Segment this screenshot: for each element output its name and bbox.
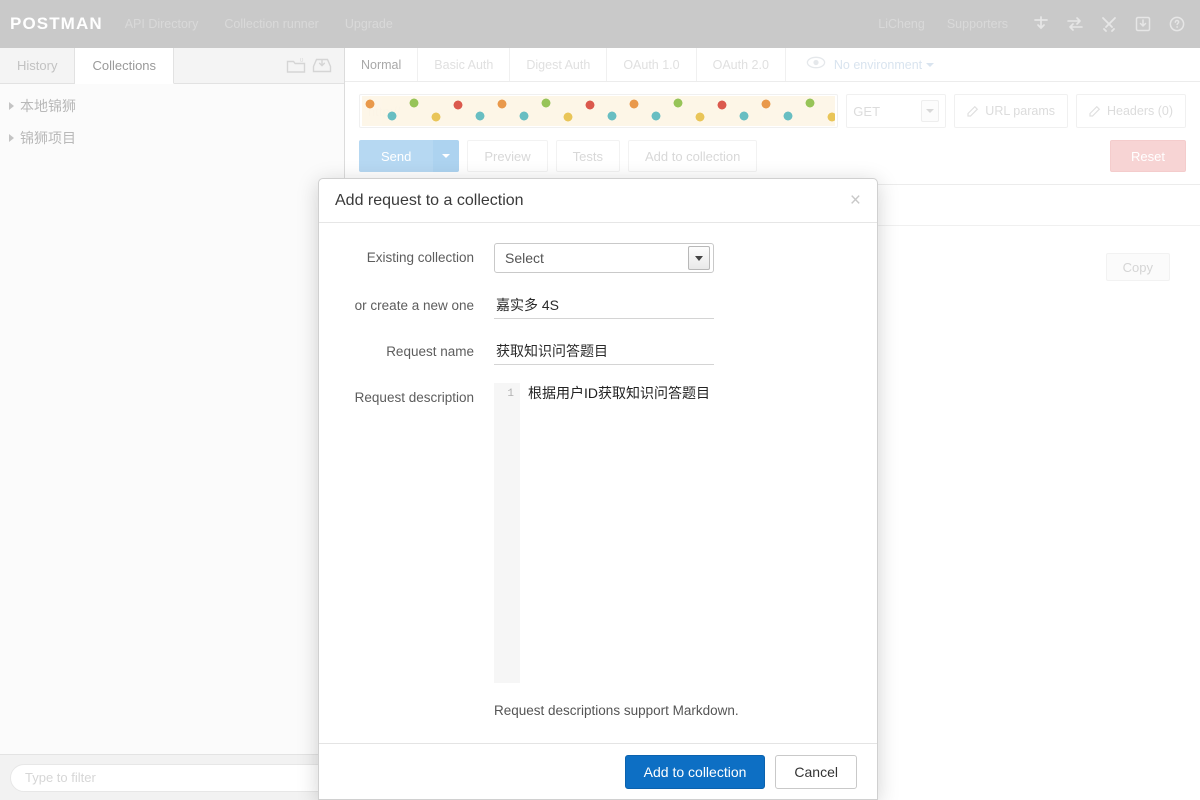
sidebar-tabs: History Collections 0: [0, 48, 344, 84]
postman-app-window: POSTMAN API Directory Collection runner …: [0, 0, 1200, 800]
filter-input[interactable]: [10, 763, 334, 792]
request-description-editor[interactable]: 1 根据用户ID获取知识问答题目: [494, 383, 855, 683]
field-request-description: Request description 1 根据用户ID获取知识问答题目: [319, 383, 877, 683]
tab-oauth-1[interactable]: OAuth 1.0: [607, 48, 697, 81]
environment-label[interactable]: No environment: [833, 57, 935, 72]
postman-logo: POSTMAN: [10, 14, 103, 33]
modal-header: Add request to a collection ×: [319, 179, 877, 223]
request-name-input[interactable]: [494, 337, 714, 365]
markdown-note: Request descriptions support Markdown.: [494, 703, 739, 718]
send-button[interactable]: Send: [359, 140, 434, 172]
preview-button[interactable]: Preview: [467, 140, 548, 172]
new-collection-input[interactable]: [494, 291, 714, 319]
sync-icon[interactable]: [1030, 13, 1052, 35]
reset-button[interactable]: Reset: [1110, 140, 1186, 172]
url-input-field[interactable]: http://: [359, 94, 839, 128]
url-params-label: URL params: [985, 104, 1055, 118]
sidebar-tab-history[interactable]: History: [0, 48, 76, 83]
modal-title: Add request to a collection: [335, 191, 524, 209]
environment-selector[interactable]: No environment: [806, 48, 935, 81]
auth-tab-bar: Normal Basic Auth Digest Auth OAuth 1.0 …: [345, 48, 1200, 82]
new-collection-folder-icon[interactable]: 0: [286, 56, 306, 76]
save-disk-icon[interactable]: [1132, 13, 1154, 35]
collection-item-label: 锦狮项目: [20, 130, 76, 146]
existing-collection-label: Existing collection: [366, 250, 474, 265]
tests-button[interactable]: Tests: [555, 140, 620, 172]
edit-icon: [1089, 105, 1101, 117]
chevron-down-icon: [688, 246, 710, 270]
new-collection-label: or create a new one: [354, 298, 474, 313]
import-collection-icon[interactable]: [312, 56, 332, 76]
wrench-settings-icon[interactable]: [1098, 13, 1120, 35]
top-header-icon-group: [1030, 13, 1188, 35]
tab-oauth-2[interactable]: OAuth 2.0: [697, 48, 786, 81]
add-request-modal: Add request to a collection × Existing c…: [318, 178, 878, 800]
top-nav: API Directory Collection runner Upgrade: [125, 17, 393, 31]
sidebar-tab-actions: 0: [286, 48, 344, 83]
edit-icon: [967, 105, 979, 117]
cancel-button[interactable]: Cancel: [775, 754, 857, 789]
submit-add-to-collection-button[interactable]: Add to collection: [624, 754, 766, 789]
modal-footer: Add to collection Cancel: [319, 743, 877, 799]
modal-body: Existing collection Select or create a n…: [319, 223, 877, 743]
headers-label: Headers (0): [1107, 104, 1173, 118]
copy-button[interactable]: Copy: [1105, 253, 1170, 281]
existing-collection-value: Select: [505, 250, 544, 266]
nav-supporters[interactable]: Supporters: [947, 17, 1008, 31]
nav-upgrade[interactable]: Upgrade: [345, 17, 393, 31]
add-to-collection-button[interactable]: Add to collection: [627, 140, 758, 172]
existing-collection-select[interactable]: Select: [494, 243, 714, 273]
tab-basic-auth[interactable]: Basic Auth: [418, 48, 511, 81]
nav-user-licheng[interactable]: LiCheng: [878, 17, 925, 31]
collection-item-project[interactable]: 锦狮项目: [0, 122, 344, 154]
sidebar: History Collections 0 本地锦狮 锦狮项目: [0, 48, 345, 800]
chevron-right-icon: [9, 102, 14, 110]
help-question-icon[interactable]: [1166, 13, 1188, 35]
nav-collection-runner[interactable]: Collection runner: [224, 17, 319, 31]
chevron-right-icon: [9, 134, 14, 142]
request-name-label: Request name: [386, 344, 474, 359]
field-existing-collection: Existing collection Select: [319, 243, 877, 273]
url-redaction-overlay: [362, 96, 836, 126]
editor-line-number: 1: [494, 383, 520, 683]
url-row: http:// GET URL params Headers (0): [345, 82, 1200, 128]
environment-name: No environment: [833, 57, 923, 72]
tab-digest-auth[interactable]: Digest Auth: [510, 48, 608, 81]
request-description-value: 根据用户ID获取知识问答题目: [528, 385, 710, 401]
chevron-down-icon: [926, 62, 935, 67]
sidebar-tab-collections[interactable]: Collections: [75, 48, 175, 84]
action-row: Send Preview Tests Add to collection Res…: [345, 128, 1200, 184]
collection-item-local[interactable]: 本地锦狮: [0, 90, 344, 122]
close-icon[interactable]: ×: [850, 191, 861, 210]
eye-icon[interactable]: [806, 56, 826, 74]
sidebar-filter-bar: [0, 754, 344, 800]
field-new-collection: or create a new one: [319, 291, 877, 319]
swap-arrows-icon[interactable]: [1064, 13, 1086, 35]
chevron-down-icon: [921, 100, 940, 122]
send-options-dropdown[interactable]: [433, 140, 460, 172]
nav-api-directory[interactable]: API Directory: [125, 17, 199, 31]
url-params-button[interactable]: URL params: [954, 94, 1068, 128]
headers-button[interactable]: Headers (0): [1076, 94, 1186, 128]
collection-list: 本地锦狮 锦狮项目: [0, 84, 344, 154]
field-request-name: Request name: [319, 337, 877, 365]
top-header-right: LiCheng Supporters: [878, 13, 1200, 35]
method-value: GET: [853, 103, 881, 119]
method-select[interactable]: GET: [846, 94, 947, 128]
top-header-bar: POSTMAN API Directory Collection runner …: [0, 0, 1200, 48]
collection-item-label: 本地锦狮: [20, 98, 76, 114]
tab-normal[interactable]: Normal: [345, 48, 419, 81]
request-description-label: Request description: [354, 390, 474, 405]
